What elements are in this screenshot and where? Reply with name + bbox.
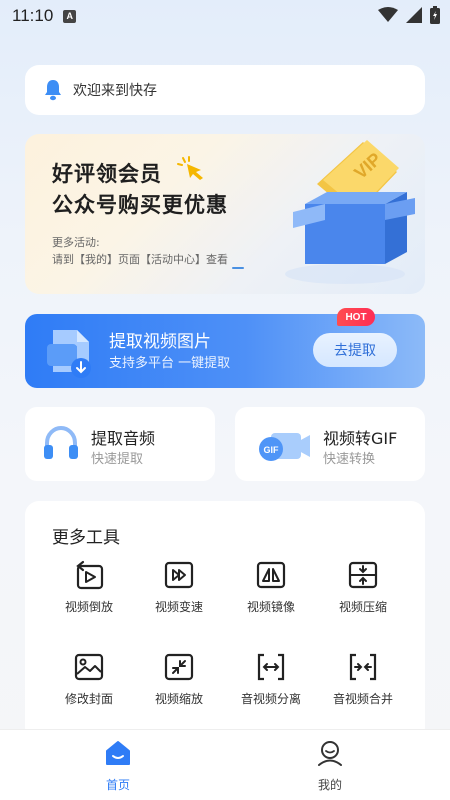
promo-banner[interactable]: 好评领会员 公众号购买更优惠 更多活动: 请到【我的】页面【活动中心】查看 VI… — [25, 134, 425, 294]
notification-a-icon: A — [63, 9, 77, 23]
tool-video-speed[interactable]: 视频变速 — [129, 560, 229, 630]
headphones-icon — [44, 425, 78, 459]
pointing-hand-icon — [177, 156, 203, 180]
speed-icon — [164, 561, 194, 589]
tool-label: 音视频合并 — [332, 692, 393, 706]
extract-title: 提取视频图片 — [109, 332, 211, 352]
video-to-gif-card[interactable]: GIF 视频转GIF 快速转换 — [235, 407, 425, 481]
gif-icon-text: GIF — [264, 445, 280, 455]
home-icon — [106, 741, 130, 765]
bottom-tab-bar: 首页 我的 — [0, 729, 450, 800]
video-file-icon — [47, 330, 91, 378]
tool-av-split[interactable]: 音视频分离 — [221, 652, 321, 722]
banner-sub-line2: 请到【我的】页面【活动中心】查看 — [52, 253, 228, 266]
battery-icon — [430, 6, 440, 24]
tool-label: 视频倒放 — [64, 600, 113, 614]
notice-bar[interactable]: 欢迎来到快存 — [25, 65, 425, 115]
compress-icon — [348, 561, 378, 589]
user-icon — [318, 741, 342, 766]
tool-label: 修改封面 — [64, 692, 113, 706]
extract-video-images-card[interactable]: 提取视频图片 支持多平台 一键提取 去提取 HOT — [25, 308, 425, 388]
tool-label: 视频变速 — [154, 600, 203, 614]
extract-subtitle: 支持多平台 一键提取 — [109, 356, 231, 371]
tab-home-label: 首页 — [105, 778, 130, 792]
tool-label: 音视频分离 — [240, 692, 301, 706]
gif-subtitle: 快速转换 — [323, 452, 376, 467]
clock: 11:10 — [12, 6, 54, 25]
tool-video-zoom[interactable]: 视频缩放 — [129, 652, 229, 722]
tool-video-compress[interactable]: 视频压缩 — [313, 560, 413, 630]
tool-video-mirror[interactable]: 视频镜像 — [221, 560, 321, 630]
more-tools-heading: 更多工具 — [52, 528, 120, 548]
tab-mine[interactable]: 我的 — [290, 738, 370, 798]
gif-camera-icon: GIF — [259, 433, 310, 461]
tool-label: 视频镜像 — [246, 600, 295, 614]
signal-icon — [406, 7, 422, 23]
extract-audio-card[interactable]: 提取音频 快速提取 — [25, 407, 215, 481]
hot-badge: HOT — [337, 308, 375, 326]
more-tools-panel: 更多工具 视频倒放 视频变速 视频镜像 视频压缩 修改封面 视频缩放 音视频分离… — [25, 501, 425, 741]
notice-text: 欢迎来到快存 — [73, 83, 157, 99]
banner-title-line1: 好评领会员 — [52, 162, 162, 186]
banner-sub-line1: 更多活动: — [52, 236, 100, 249]
audio-subtitle: 快速提取 — [91, 452, 144, 467]
status-icons — [378, 6, 440, 24]
cover-icon — [74, 653, 104, 681]
status-bar: 11:10 A — [0, 0, 450, 32]
wifi-icon — [378, 7, 398, 22]
tab-home[interactable]: 首页 — [78, 738, 158, 798]
merge-icon — [349, 653, 377, 681]
audio-title: 提取音频 — [91, 429, 156, 448]
tool-label: 视频压缩 — [338, 600, 387, 614]
go-extract-button[interactable]: 去提取 — [313, 333, 397, 367]
tool-edit-cover[interactable]: 修改封面 — [39, 652, 139, 722]
gif-title: 视频转GIF — [323, 429, 398, 448]
tab-mine-label: 我的 — [317, 778, 342, 792]
mirror-icon — [256, 561, 286, 589]
tool-av-merge[interactable]: 音视频合并 — [313, 652, 413, 722]
vip-box-illustration: VIP — [285, 140, 415, 284]
split-icon — [257, 653, 285, 681]
bell-icon — [45, 80, 61, 101]
tool-label: 视频缩放 — [154, 692, 203, 706]
reverse-icon — [76, 560, 104, 590]
banner-title-line2: 公众号购买更优惠 — [52, 193, 228, 217]
banner-indicator — [232, 267, 244, 269]
zoom-icon — [164, 653, 194, 681]
tool-video-reverse[interactable]: 视频倒放 — [39, 560, 139, 630]
